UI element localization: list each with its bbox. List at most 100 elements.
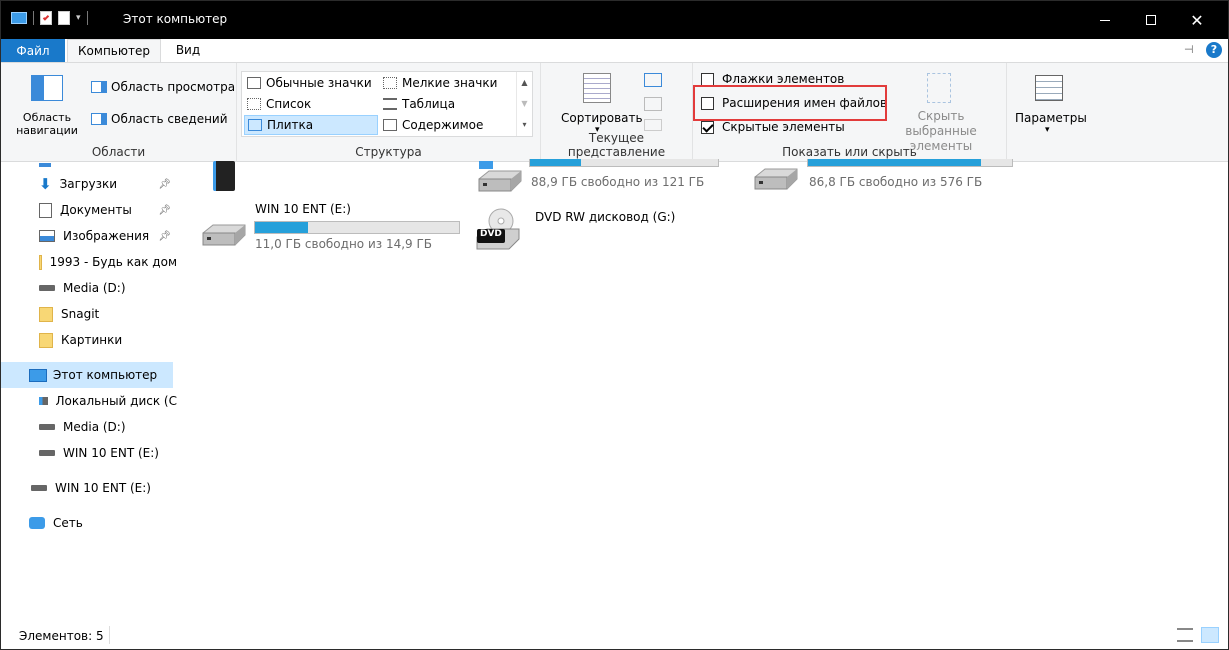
drive-usage-bar <box>529 159 719 167</box>
navigation-pane-label: Область навигации <box>16 111 78 137</box>
gallery-expand-icon[interactable]: ▾ <box>517 114 532 135</box>
tab-file[interactable]: Файл <box>1 39 65 63</box>
item-checkboxes-checkbox[interactable] <box>701 72 714 86</box>
preview-pane-button[interactable]: Область просмотра <box>91 80 235 94</box>
large-icons-icon <box>247 77 261 89</box>
close-button[interactable]: ✕ <box>1174 1 1220 39</box>
nav-scroll-top-edge <box>39 163 51 167</box>
drive-tile-d[interactable]: 86,8 ГБ свободно из 576 ГБ <box>751 159 1021 197</box>
tab-view[interactable]: Вид <box>163 39 213 63</box>
layout-small-icons[interactable]: Мелкие значки <box>380 73 514 93</box>
nav-item-label: Изображения <box>63 229 150 243</box>
options-dropdown-icon: ▾ <box>1045 125 1050 135</box>
hard-drive-icon <box>201 223 247 249</box>
phone-device-icon <box>213 161 235 191</box>
nav-item-local-disk-c[interactable]: Локальный диск (C <box>1 388 177 414</box>
layout-list[interactable]: Список <box>244 94 376 114</box>
current-view-group: Сортировать ▾ Текущее представление <box>541 63 693 162</box>
folder-icon <box>39 254 42 270</box>
sort-label: Сортировать <box>561 111 643 125</box>
nav-item-media-d[interactable]: Media (D:) <box>1 275 177 301</box>
scroll-down-icon[interactable]: ▼ <box>517 93 532 114</box>
drive-free-space: 86,8 ГБ свободно из 576 ГБ <box>809 175 983 189</box>
nav-item-this-pc[interactable]: Этот компьютер <box>1 362 173 388</box>
nav-item-label: WIN 10 ENT (E:) <box>55 481 151 495</box>
drive-usage-bar <box>807 159 1013 167</box>
nav-item-network[interactable]: Сеть <box>1 510 177 536</box>
system-drive-icon <box>39 397 48 405</box>
computer-icon[interactable] <box>11 12 27 24</box>
windows-logo-icon <box>479 161 493 169</box>
preview-pane-icon <box>91 81 107 93</box>
nav-item-pictures[interactable]: Изображения 📌︎ <box>1 223 177 249</box>
details-pane-icon <box>91 113 107 125</box>
item-checkboxes-toggle[interactable]: Флажки элементов <box>701 72 844 86</box>
hide-selected-button[interactable]: Скрыть выбранные элементы <box>881 71 1001 153</box>
nav-item-media-d-2[interactable]: Media (D:) <box>1 414 177 440</box>
nav-item-label: Этот компьютер <box>53 368 158 382</box>
drive-free-space: 88,9 ГБ свободно из 121 ГБ <box>531 175 705 189</box>
size-columns-icon[interactable] <box>644 119 662 131</box>
drive-icon <box>39 450 55 456</box>
hidden-items-label: Скрытые элементы <box>722 120 845 134</box>
details-view-icon[interactable] <box>1177 628 1193 642</box>
options-button[interactable]: Параметры ▾ <box>1011 73 1087 139</box>
tab-computer[interactable]: Компьютер <box>67 39 161 64</box>
hidden-items-checkbox[interactable] <box>701 120 714 134</box>
panes-group: Область навигации Область просмотра Обла… <box>1 63 237 162</box>
pin-ribbon-icon[interactable]: ⊣ <box>1184 43 1194 56</box>
help-icon[interactable]: ? <box>1206 42 1222 58</box>
title-bar: ▾ Этот компьютер ✕ <box>1 1 1228 39</box>
properties-icon[interactable] <box>40 11 52 25</box>
tiles-view-icon[interactable] <box>1201 627 1219 643</box>
explorer-window: ▾ Этот компьютер ✕ Файл Компьютер Вид ⊣ … <box>0 0 1229 650</box>
layout-tiles[interactable]: Плитка <box>244 115 378 135</box>
details-pane-button[interactable]: Область сведений <box>91 112 228 126</box>
list-icon <box>247 98 261 110</box>
layout-details[interactable]: Таблица <box>380 94 514 114</box>
group-label-show-hide: Показать или скрыть <box>782 145 917 159</box>
layout-details-label: Таблица <box>402 97 456 111</box>
nav-item-pictures-folder[interactable]: Картинки <box>1 327 177 353</box>
navigation-pane-button[interactable]: Область навигации <box>7 71 83 141</box>
navigation-pane-icon <box>31 75 63 101</box>
minimize-button[interactable] <box>1082 1 1128 39</box>
sort-button[interactable]: Сортировать ▾ <box>555 73 643 139</box>
nav-item-label: Media (D:) <box>63 420 126 434</box>
drive-tile-e[interactable]: WIN 10 ENT (E:) 11,0 ГБ свободно из 14,9… <box>197 201 467 253</box>
pin-icon[interactable]: 📌︎ <box>158 231 171 242</box>
layout-content[interactable]: Содержимое <box>380 115 514 135</box>
group-by-icon[interactable] <box>644 73 662 87</box>
scroll-up-icon[interactable]: ▲ <box>517 72 532 93</box>
nav-item-label: Документы <box>60 203 132 217</box>
nav-item-documents[interactable]: Документы 📌︎ <box>1 197 177 223</box>
nav-item-folder-1993[interactable]: 1993 - Будь как дом <box>1 249 177 275</box>
customize-dropdown-icon[interactable]: ▾ <box>76 13 81 23</box>
layout-large-icons[interactable]: Обычные значки <box>244 73 376 93</box>
gallery-scroll[interactable]: ▲ ▼ ▾ <box>516 72 532 136</box>
folder-icon <box>39 306 53 322</box>
window-title: Этот компьютер <box>123 12 228 26</box>
drive-free-space: 11,0 ГБ свободно из 14,9 ГБ <box>255 237 433 251</box>
maximize-button[interactable] <box>1128 1 1174 39</box>
hidden-items-toggle[interactable]: Скрытые элементы <box>701 120 845 134</box>
nav-item-win10-e[interactable]: WIN 10 ENT (E:) <box>1 440 177 466</box>
nav-item-snagit[interactable]: Snagit <box>1 301 177 327</box>
drive-usage-fill <box>530 159 581 166</box>
add-columns-icon[interactable] <box>644 97 662 111</box>
drive-tile-dvd[interactable]: DVD DVD RW дисковод (G:) <box>473 205 733 255</box>
nav-item-label: WIN 10 ENT (E:) <box>63 446 159 460</box>
nav-item-downloads[interactable]: ⬇ Загрузки 📌︎ <box>1 171 177 197</box>
nav-item-label: Локальный диск (C <box>55 394 177 408</box>
group-label-current-view: Текущее представление <box>567 131 666 159</box>
pin-icon[interactable]: 📌︎ <box>158 205 171 216</box>
computer-icon <box>29 368 47 382</box>
nav-item-win10-e-root[interactable]: WIN 10 ENT (E:) <box>1 475 177 501</box>
pin-icon[interactable]: 📌︎ <box>158 179 171 190</box>
drive-icon <box>39 285 55 291</box>
drive-tile-c[interactable]: 88,9 ГБ свободно из 121 ГБ <box>471 159 721 197</box>
tiles-icon <box>248 119 262 131</box>
new-folder-icon[interactable] <box>58 11 70 25</box>
download-arrow-icon: ⬇ <box>39 175 52 193</box>
folder-icon <box>39 332 53 348</box>
